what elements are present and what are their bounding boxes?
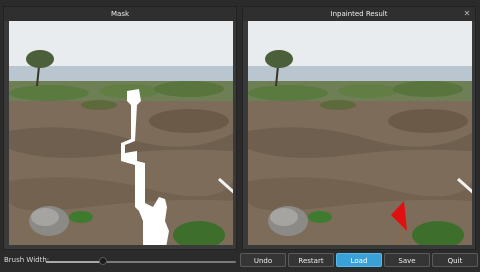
close-icon[interactable]: ✕ <box>462 9 472 19</box>
result-scene <box>248 21 472 245</box>
brush-width-handle[interactable] <box>99 257 107 265</box>
restart-button[interactable]: Restart <box>288 253 334 267</box>
result-canvas <box>248 21 472 245</box>
quit-button[interactable]: Quit <box>432 253 478 267</box>
load-button[interactable]: Load <box>336 253 382 267</box>
result-panel: Inpainted Result ✕ <box>242 6 476 250</box>
mask-canvas[interactable] <box>9 21 233 245</box>
mask-panel-title: Mask <box>4 7 236 21</box>
brush-width-slider[interactable] <box>46 261 236 263</box>
save-button[interactable]: Save <box>384 253 430 267</box>
brush-width-label: Brush Width: <box>4 256 50 264</box>
brush-width-fill <box>46 261 103 263</box>
result-panel-title: Inpainted Result <box>243 7 475 21</box>
undo-button[interactable]: Undo <box>240 253 286 267</box>
mask-panel: Mask <box>3 6 237 250</box>
mask-scene[interactable] <box>9 21 233 245</box>
